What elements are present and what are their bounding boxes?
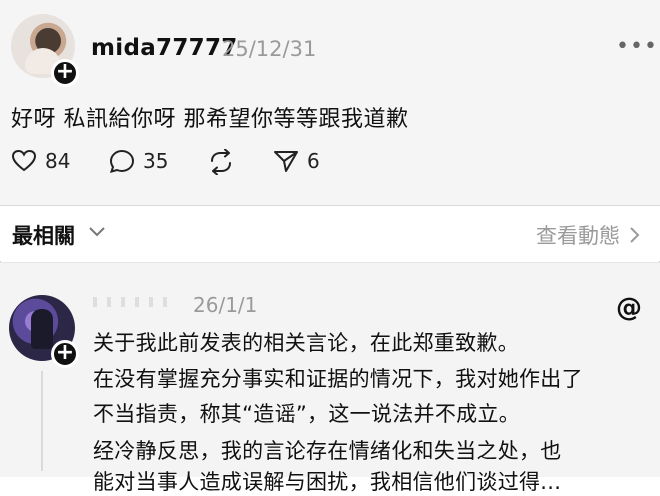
- avatar-figure: [31, 309, 53, 349]
- post-card: + mida77777 25/12/31 ••• 好呀 私訊給你呀 那希望你等等…: [0, 0, 660, 205]
- redacted-username: [93, 297, 173, 307]
- more-icon[interactable]: •••: [616, 34, 658, 59]
- follow-plus-icon[interactable]: +: [51, 59, 79, 87]
- sort-bar: 最相關 查看動態: [0, 206, 660, 261]
- reply-text-line: 能对当事人造成误解与困扰，我相信他们谈过得...: [93, 470, 562, 494]
- share-count: 6: [307, 149, 320, 173]
- reply-text-line: 在没有掌握充分事实和证据的情况下，我对她作出了: [93, 367, 583, 391]
- reply-card: + 26/1/1 @ 关于我此前发表的相关言论，在此郑重致歉。 在没有掌握充分事…: [0, 263, 660, 494]
- post-actions: 84 35 6: [0, 149, 660, 177]
- sort-dropdown[interactable]: 最相關: [12, 220, 75, 250]
- reply-date: 26/1/1: [193, 293, 258, 317]
- reply-text-line: 不当指责，称其“造谣”，这一说法并不成立。: [93, 402, 521, 426]
- follow-plus-icon[interactable]: +: [51, 340, 79, 368]
- chevron-down-icon[interactable]: [89, 227, 105, 237]
- repost-button[interactable]: [207, 149, 235, 175]
- comment-icon: [109, 149, 135, 173]
- post-date: 25/12/31: [222, 37, 317, 61]
- reply-text-line: 关于我此前发表的相关言论，在此郑重致歉。: [93, 331, 519, 355]
- view-activity-link[interactable]: 查看動態: [536, 220, 640, 250]
- reply-text-line: 经冷静反思，我的言论存在情绪化和失当之处，也: [93, 439, 562, 463]
- thread-line: [41, 371, 43, 471]
- threads-logo-icon[interactable]: @: [616, 293, 642, 323]
- heart-icon: [11, 149, 37, 172]
- post-text: 好呀 私訊給你呀 那希望你等等跟我道歉: [11, 107, 409, 132]
- like-count: 84: [45, 149, 71, 173]
- comment-button[interactable]: 35: [109, 149, 168, 173]
- send-icon: [274, 151, 298, 172]
- post-username[interactable]: mida77777: [91, 35, 238, 61]
- view-activity-label: 查看動態: [536, 224, 620, 248]
- repost-icon: [211, 149, 231, 175]
- comment-count: 35: [143, 149, 169, 173]
- chevron-right-icon: [630, 227, 640, 243]
- like-button[interactable]: 84: [11, 149, 70, 173]
- share-button[interactable]: 6: [273, 149, 320, 173]
